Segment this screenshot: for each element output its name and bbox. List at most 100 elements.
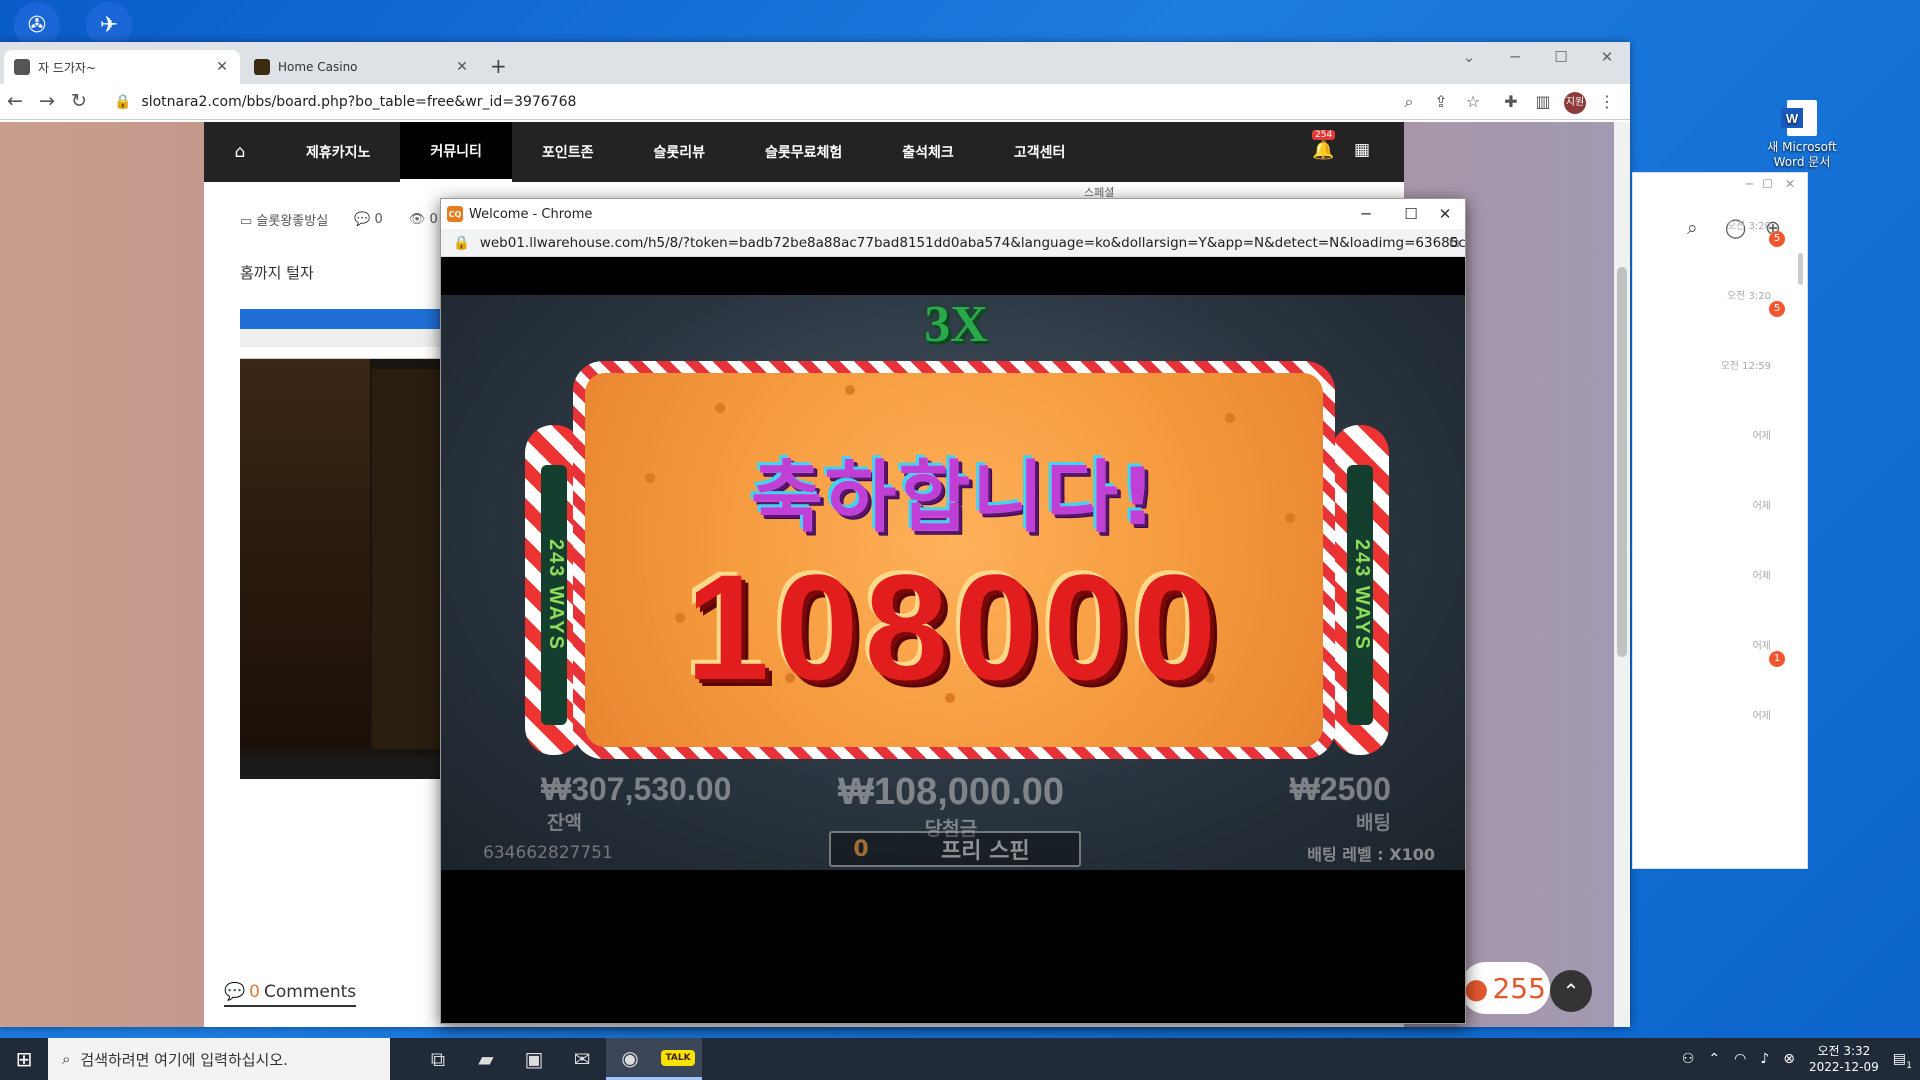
maximize-icon[interactable]: ☐ <box>1762 177 1773 191</box>
new-tab-button[interactable]: + <box>490 54 507 78</box>
mail-icon[interactable]: ✉ <box>558 1038 606 1080</box>
site-navigation: ⌂ 제휴카지노 커뮤니티 포인트존 슬롯리뷰 슬롯무료체험 출석체크 고객센터 … <box>204 122 1404 182</box>
file-explorer-icon[interactable]: ▰ <box>462 1038 510 1080</box>
lock-icon: 🔒 <box>453 234 470 251</box>
category-label[interactable]: ▭ 슬롯왕좋방실 <box>240 210 328 229</box>
minimize-icon[interactable]: ─ <box>1746 177 1753 191</box>
grid-menu-icon[interactable]: ▦ <box>1354 140 1370 160</box>
translate-icon[interactable]: ⧉ <box>1449 235 1459 251</box>
back-icon[interactable]: ← <box>2 90 28 112</box>
close-window-icon[interactable]: ✕ <box>1592 48 1622 66</box>
scroll-top-button[interactable]: ⌃ <box>1550 970 1592 1012</box>
search-placeholder: 검색하려면 여기에 입력하십시오. <box>80 1050 288 1069</box>
menu-free-slot[interactable]: 슬롯무료체험 <box>735 122 872 182</box>
multiplier-label: 3X <box>924 296 988 353</box>
menu-community[interactable]: 커뮤니티 <box>400 122 512 182</box>
popup-address-bar[interactable]: 🔒 web01.llwarehouse.com/h5/8/?token=badb… <box>441 229 1465 257</box>
chat-time: 오전 3:20 <box>1726 291 1771 302</box>
comment-count: 💬 0 <box>354 212 383 227</box>
post-screenshot-image[interactable] <box>240 309 440 779</box>
volume-icon[interactable]: ♪ <box>1760 1051 1769 1067</box>
chrome-icon[interactable]: ◉ <box>606 1038 654 1080</box>
home-icon[interactable]: ⌂ <box>204 142 276 162</box>
task-view-icon[interactable]: ⧉ <box>414 1038 462 1080</box>
address-bar[interactable]: 🔒 slotnara2.com/bbs/board.php?bo_table=f… <box>104 88 1440 116</box>
maximize-icon[interactable]: ☐ <box>1393 205 1429 223</box>
win-frame: 축하합니다! 108000 <box>573 361 1335 759</box>
tab-title: Home Casino <box>278 60 358 74</box>
coin-widget[interactable]: ● 255 <box>1460 962 1550 1014</box>
kakao-chat-list: ─ ☐ ✕ ⌕ ◯ ⊕ 오전 3:20 5 오전 3:20 5 오전 12:59 어제 어제… <box>1632 172 1808 869</box>
coin-icon: ● <box>1464 971 1489 1005</box>
popup-titlebar: CQ Welcome - Chrome ─ ☐ ✕ <box>441 199 1465 229</box>
tab-strip: 자 드가자~ ✕ Home Casino ✕ + ⌄ ─ ☐ ✕ <box>0 42 1630 84</box>
share-icon[interactable]: ⇪ <box>1430 92 1452 111</box>
close-icon[interactable]: ✕ <box>214 59 230 75</box>
tab-board[interactable]: 자 드가자~ ✕ <box>4 50 240 84</box>
word-file-label-line2: Word 문서 <box>1773 155 1831 169</box>
tab-search-icon[interactable]: ⌄ <box>1454 48 1484 66</box>
chat-time: 오전 3:20 <box>1726 221 1771 232</box>
board-icon: ▭ <box>240 214 257 229</box>
action-center-icon[interactable]: ▤ 1 <box>1893 1051 1912 1071</box>
comments-heading: 💬 0 Comments <box>224 982 357 1007</box>
chat-time: 어제 <box>1752 711 1771 722</box>
close-icon[interactable]: ✕ <box>1427 205 1463 223</box>
page-scrollbar[interactable] <box>1614 122 1630 1027</box>
side-panel-icon[interactable]: ▥ <box>1532 92 1554 111</box>
desktop-word-file[interactable]: W 새 Microsoft Word 문서 <box>1742 100 1862 170</box>
zoom-icon[interactable]: ⌕ <box>1398 92 1420 112</box>
taskbar-search[interactable]: ⌕ 검색하려면 여기에 입력하십시오. <box>48 1038 390 1080</box>
chat-scrollbar[interactable] <box>1798 253 1803 285</box>
menu-slot-review[interactable]: 슬롯리뷰 <box>623 122 735 182</box>
menu-point-zone[interactable]: 포인트존 <box>512 122 624 182</box>
maximize-icon[interactable]: ☐ <box>1546 48 1576 66</box>
word-file-icon: W <box>1781 100 1817 136</box>
ways-label-right: 243 WAYS <box>1347 465 1373 725</box>
chat-time: 어제 <box>1752 641 1771 652</box>
game-popup-window: CQ Welcome - Chrome ─ ☐ ✕ 🔒 web01.llware… <box>440 198 1466 1024</box>
people-icon[interactable]: ⚇ <box>1682 1051 1695 1067</box>
game-canvas[interactable]: 3X 243 WAYS 243 WAYS 축하합니다! 108000 ₩307,… <box>441 295 1465 870</box>
round-id: 634662827751 <box>483 843 613 863</box>
store-icon[interactable]: ▣ <box>510 1038 558 1080</box>
lock-icon: 🔒 <box>114 94 132 110</box>
system-tray: ⚇ ⌃ ◠ ♪ ⊗ 오전 3:32 2022-12-09 ▤ 1 <box>1682 1038 1920 1080</box>
cq-favicon-icon: CQ <box>447 206 463 222</box>
ime-icon[interactable]: ⊗ <box>1783 1051 1795 1067</box>
bet-display: ₩2500 배팅 <box>1289 771 1391 834</box>
win-panel: 축하합니다! 108000 <box>585 373 1323 747</box>
win-amount: 108000 <box>685 543 1223 711</box>
forward-icon[interactable]: → <box>34 90 60 112</box>
wifi-icon[interactable]: ◠ <box>1734 1051 1746 1067</box>
minimize-icon[interactable]: ─ <box>1348 205 1384 223</box>
chevron-up-icon[interactable]: ⌃ <box>1708 1051 1720 1067</box>
kakaotalk-icon[interactable]: TALK <box>654 1038 702 1080</box>
menu-attendance[interactable]: 출석체크 <box>872 122 984 182</box>
slotnara-favicon-icon <box>14 59 30 75</box>
url-text: slotnara2.com/bbs/board.php?bo_table=fre… <box>141 94 577 110</box>
profile-avatar[interactable]: 지원 <box>1564 92 1586 114</box>
bookmark-star-icon[interactable]: ☆ <box>1462 92 1484 111</box>
tab-home-casino[interactable]: Home Casino ✕ <box>244 50 480 84</box>
close-icon[interactable]: ✕ <box>454 59 470 75</box>
minimize-icon[interactable]: ─ <box>1500 48 1530 66</box>
chat-time: 어제 <box>1752 431 1771 442</box>
taskbar-clock[interactable]: 오전 3:32 2022-12-09 <box>1809 1043 1879 1075</box>
menu-partner-casino[interactable]: 제휴카지노 <box>276 122 400 182</box>
taskbar: ⊞ ⌕ 검색하려면 여기에 입력하십시오. ⧉ ▰ ▣ ✉ ◉ TALK ⚇ ⌃… <box>0 1038 1920 1080</box>
search-icon: ⌕ <box>62 1050 71 1068</box>
extensions-icon[interactable]: ✚ <box>1500 92 1522 111</box>
bell-icon[interactable]: 🔔 <box>1312 140 1334 161</box>
unread-badge: 5 <box>1769 231 1785 247</box>
search-icon[interactable]: ⌕ <box>1687 217 1698 239</box>
popup-title: Welcome - Chrome <box>469 206 593 222</box>
close-icon[interactable]: ✕ <box>1785 177 1795 191</box>
ways-label-left: 243 WAYS <box>541 465 567 725</box>
menu-support[interactable]: 고객센터 <box>984 122 1096 182</box>
windows-start-icon[interactable]: ⊞ <box>0 1038 48 1080</box>
reload-icon[interactable]: ↻ <box>66 90 92 112</box>
free-spins-box: 0 프리 스핀 <box>829 831 1081 867</box>
menu-kebab-icon[interactable]: ⋮ <box>1596 92 1618 111</box>
balance-display: ₩307,530.00 잔액 <box>541 771 732 834</box>
